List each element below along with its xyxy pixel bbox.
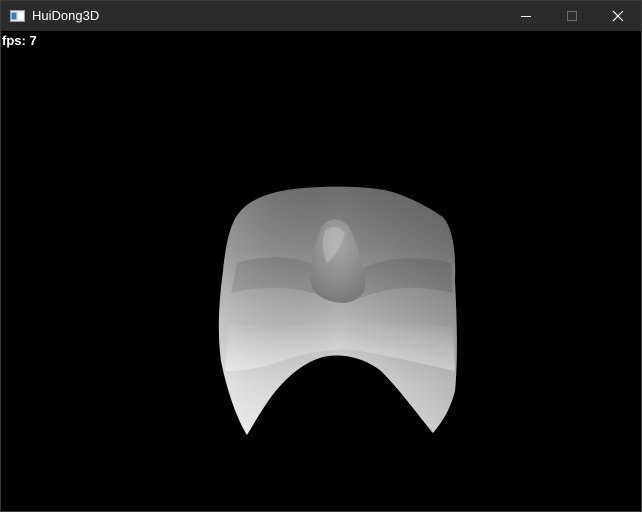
maximize-button[interactable] [549,1,595,31]
title-bar[interactable]: HuiDong3D [1,1,641,31]
face-mask-model [218,186,457,435]
maximize-icon [567,11,577,21]
render-viewport[interactable]: fps: 7 [1,31,641,511]
app-window-icon [10,10,25,22]
close-button[interactable] [595,1,641,31]
minimize-button[interactable] [503,1,549,31]
close-icon [612,10,624,22]
minimize-icon [521,16,531,17]
app-window: HuiDong3D fps: 7 [0,0,642,512]
fps-counter: fps: 7 [2,33,37,48]
window-title: HuiDong3D [32,8,100,23]
